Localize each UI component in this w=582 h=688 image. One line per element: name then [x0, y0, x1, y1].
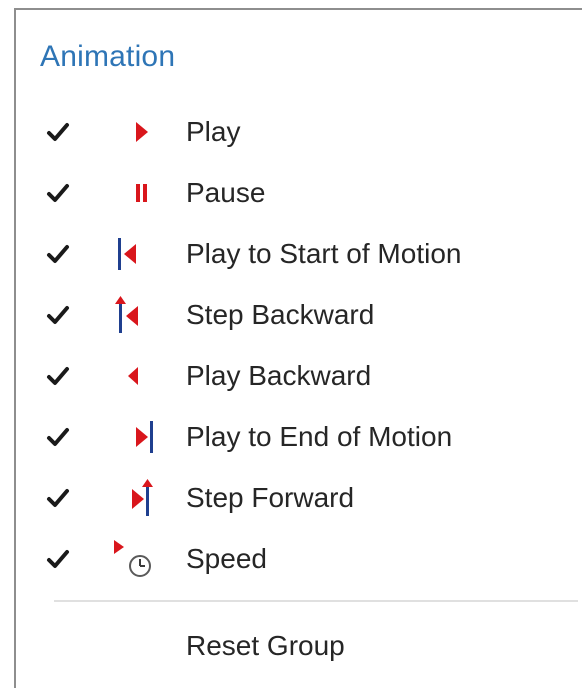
reset-group-button[interactable]: Reset Group: [16, 618, 582, 674]
reset-group-label: Reset Group: [186, 630, 345, 661]
menu-item-label: Play to End of Motion: [186, 421, 453, 452]
menu-item-play-to-end[interactable]: Play to End of Motion: [16, 409, 582, 465]
menu-item-label: Play to Start of Motion: [186, 238, 462, 269]
menu-item-play-backward[interactable]: Play Backward: [16, 348, 582, 404]
play-to-end-icon: [136, 421, 153, 453]
step-forward-icon: [132, 479, 153, 516]
menu-item-label: Speed: [186, 543, 267, 574]
menu-item-play[interactable]: Play: [16, 104, 582, 160]
checkmark-icon: [47, 184, 69, 202]
menu-item-label: Step Forward: [186, 482, 355, 513]
menu-item-label: Pause: [186, 177, 266, 208]
menu-item-play-to-start[interactable]: Play to Start of Motion: [16, 226, 582, 282]
checkmark-icon: [47, 306, 69, 324]
checkmark-icon: [47, 367, 69, 385]
animation-group-menu: Animation Play Pause Play to Start of Mo…: [14, 8, 582, 688]
checkmark-icon: [47, 123, 69, 141]
checkmark-icon: [47, 489, 69, 507]
menu-item-speed[interactable]: Speed: [16, 531, 582, 587]
checkmark-icon: [47, 245, 69, 263]
menu-item-step-forward[interactable]: Step Forward: [16, 470, 582, 526]
checkmark-icon: [47, 428, 69, 446]
play-backward-icon: [128, 367, 138, 385]
menu-heading: Animation: [40, 40, 176, 73]
menu-item-label: Play: [186, 116, 241, 147]
checkmark-icon: [47, 550, 69, 568]
play-icon: [136, 122, 148, 142]
menu-separator: [54, 600, 578, 602]
menu-item-label: Step Backward: [186, 299, 375, 330]
step-backward-icon: [115, 296, 138, 333]
menu-item-pause[interactable]: Pause: [16, 165, 582, 221]
menu-item-label: Play Backward: [186, 360, 372, 391]
speed-icon: [114, 540, 151, 577]
play-to-start-icon: [118, 238, 136, 270]
pause-icon: [136, 184, 147, 202]
menu-item-step-backward[interactable]: Step Backward: [16, 287, 582, 343]
